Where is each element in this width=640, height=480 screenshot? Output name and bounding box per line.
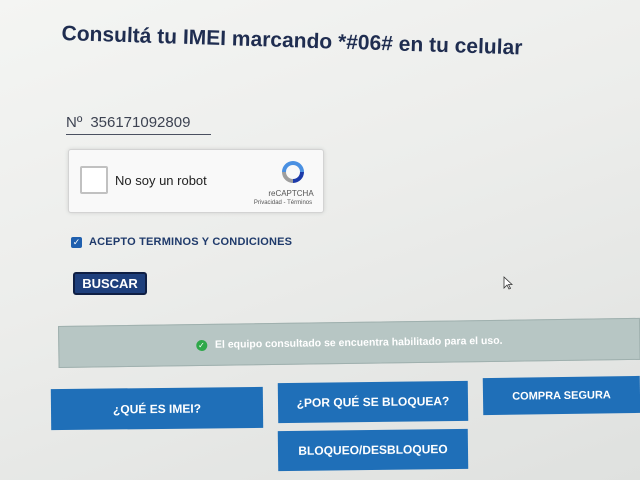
terms-label[interactable]: ACEPTO TERMINOS Y CONDICIONES [89, 236, 292, 248]
safe-purchase-button[interactable]: COMPRA SEGURA [482, 375, 640, 416]
recaptcha-label: No soy un robot [115, 173, 207, 188]
terms-row[interactable]: ✓ ACEPTO TERMINOS Y CONDICIONES [71, 236, 292, 248]
mouse-cursor-icon [503, 276, 513, 290]
status-banner: ✓ El equipo consultado se encuentra habi… [58, 317, 640, 368]
imei-field[interactable]: Nº [66, 110, 211, 135]
block-unblock-button[interactable]: BLOQUEO/DESBLOQUEO [277, 428, 469, 472]
search-button[interactable]: BUSCAR [73, 272, 147, 295]
why-blocked-button[interactable]: ¿POR QUÉ SE BLOQUEA? [277, 380, 469, 424]
what-is-imei-button[interactable]: ¿QUÉ ES IMEI? [50, 386, 264, 431]
recaptcha-checkbox[interactable] [80, 166, 108, 194]
recaptcha-logo-icon [282, 161, 304, 183]
imei-prefix-label: Nº [66, 113, 83, 131]
recaptcha-brand: reCAPTCHA [268, 189, 314, 198]
recaptcha-privacy-links[interactable]: Privacidad - Términos [245, 200, 321, 206]
recaptcha-widget: No soy un robot reCAPTCHA Privacidad - T… [68, 149, 324, 213]
page-title: Consultá tu IMEI marcando *#06# en tu ce… [61, 22, 523, 60]
status-message: El equipo consultado se encuentra habili… [214, 334, 503, 351]
imei-input[interactable] [90, 113, 211, 131]
check-circle-icon: ✓ [195, 339, 208, 351]
terms-checkbox[interactable]: ✓ [71, 236, 82, 248]
